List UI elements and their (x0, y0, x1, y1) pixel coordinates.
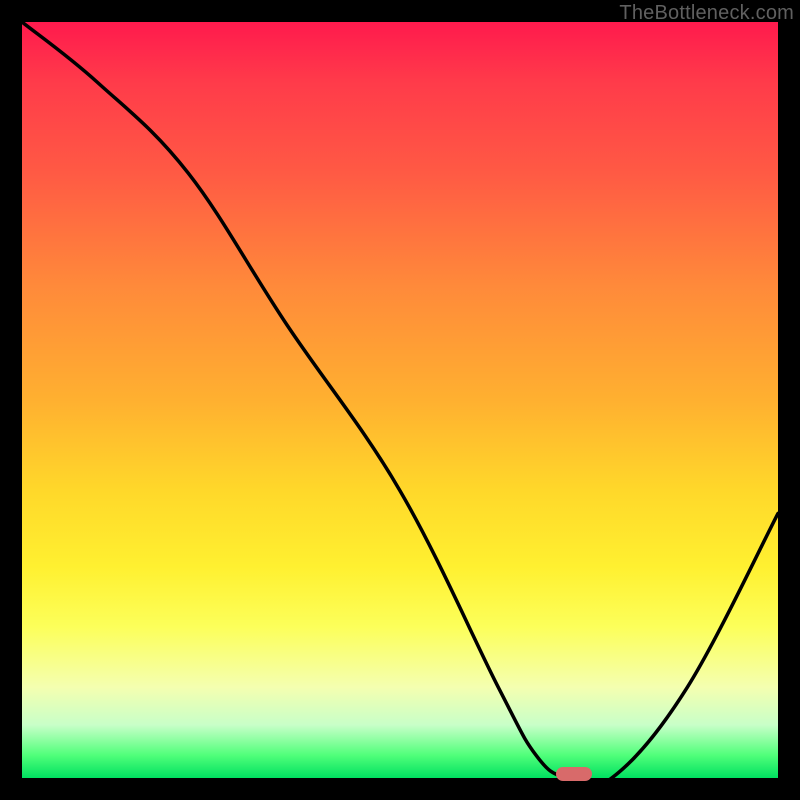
bottleneck-curve (22, 22, 778, 778)
chart-area (22, 22, 778, 778)
watermark-text: TheBottleneck.com (619, 2, 794, 25)
optimum-marker (556, 767, 592, 781)
